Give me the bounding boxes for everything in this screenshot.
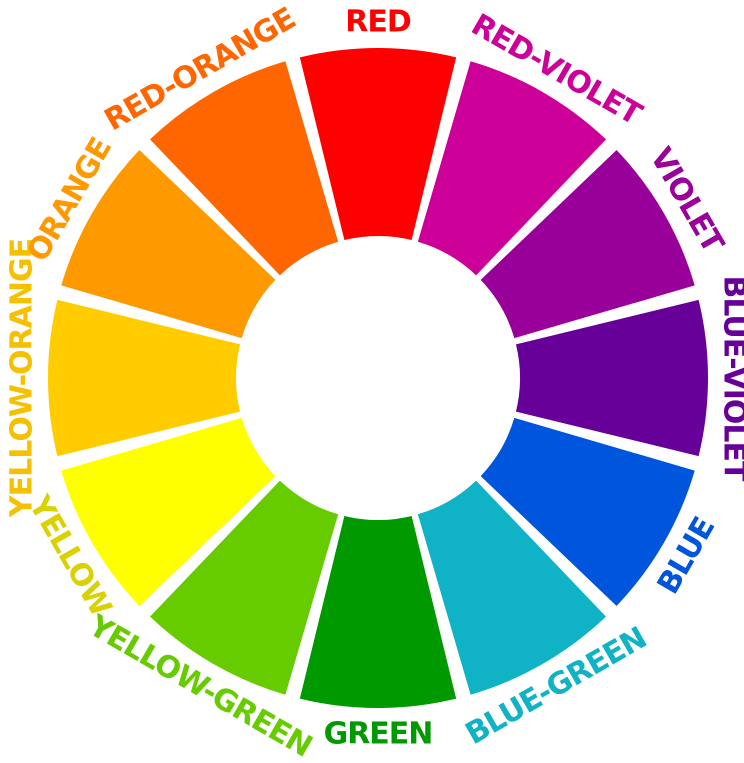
label-red: RED (345, 5, 411, 40)
label-yellow-orange: YELLOW-ORANGE (5, 239, 40, 518)
label-green: GREEN (324, 717, 433, 752)
label-blue-violet: BLUE-VIOLET (717, 276, 744, 483)
wheel-segments (47, 47, 708, 708)
color-wheel: RED RED-VIOLETVIOLETBLUE-VIOLETBLUEBLUE-G… (5, 1, 744, 763)
